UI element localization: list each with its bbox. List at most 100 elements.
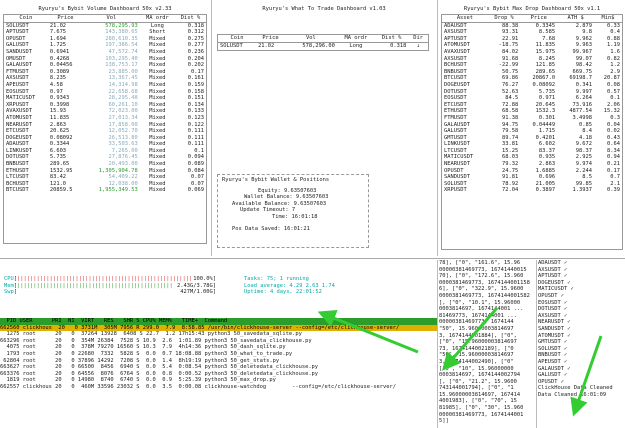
max-drop-cell-price: 0.3897 bbox=[535, 187, 556, 194]
process-row[interactable]: 62804 root 20 0 37896 14292 7208 S 0.0 1… bbox=[0, 358, 437, 365]
process-row[interactable]: 663296 root 20 0 354M 26384 7528 S 10.9 … bbox=[0, 338, 437, 345]
process-row[interactable]: 662557 clickhous 20 0 460M 33596 23032 S… bbox=[0, 384, 437, 391]
max-drop-cell-min: 1.2 bbox=[610, 62, 620, 69]
volume-cell-dist: 0.084 bbox=[187, 167, 204, 174]
volume-row: AVAXUSDT 15.93 72,023.00 Mixed 0.133 bbox=[4, 108, 206, 115]
volume-cell-coin: XRPUSDT bbox=[6, 101, 29, 108]
max-drop-cell-ath: 0.341 bbox=[575, 81, 593, 88]
volume-cell-ma-order: Mixed bbox=[149, 174, 166, 181]
status-line: ClickHouse Data Cleaned bbox=[538, 385, 613, 392]
wallet-balance: Wallet Balance: 9.63507603 bbox=[244, 194, 329, 201]
volume-row: LINKUSDT 6.603 7,265.00 Mixed 0.1 bbox=[4, 148, 206, 155]
meter-bracket: ] bbox=[212, 282, 216, 289]
max-drop-row: GALAUSDT 94.75 0.04449 0.85 0.04 bbox=[442, 122, 622, 129]
volume-cell-vol: 12,052.70 bbox=[108, 128, 138, 135]
volume-cell-price: 0.08092 bbox=[49, 134, 73, 141]
max-drop-cell-price: 83.37 bbox=[538, 147, 556, 154]
max-drop-row: BTCUSDT 69.86 20867.0 69198.7 20.87 bbox=[442, 75, 622, 82]
volume-cell-coin: DOTUSDT bbox=[6, 154, 29, 161]
process-row-selected[interactable]: 662560 clickhous 20 0 3731M 305M 7956 R … bbox=[0, 324, 437, 332]
status-line: SANDUSDT ✓ bbox=[538, 325, 571, 332]
max-drop-cell-ath: 73.916 bbox=[572, 101, 593, 108]
process-row[interactable]: 4075 root 20 0 378M 79270 16560 S 10.3 7… bbox=[0, 344, 437, 351]
max-drop-cell-asset: APTUSDT bbox=[444, 35, 467, 42]
max-drop-row: DOTUSDT 52.63 5.735 9.997 0.57 bbox=[442, 89, 622, 96]
max-drop-cell-ath: 4877.54 bbox=[569, 108, 593, 115]
process-table-header: PID USER PRI NI VIRT RES SHR S CPU% MEM%… bbox=[0, 318, 437, 325]
wallet-box: Ryuryu's Bybit Wallet & Positions Equity… bbox=[217, 174, 369, 248]
volume-cell-dist: 0.204 bbox=[187, 55, 204, 62]
max-drop-cell-asset: NEARUSDT bbox=[444, 161, 470, 168]
volume-cell-dist: 0.159 bbox=[187, 81, 204, 88]
max-drop-cell-drop: 69.86 bbox=[502, 75, 519, 82]
pane-divider bbox=[437, 0, 438, 256]
volume-cell-price: 0.9343 bbox=[49, 95, 70, 102]
volume-cell-dist: 0.202 bbox=[187, 62, 204, 69]
status-line: APEUSDT ✓ bbox=[538, 358, 568, 365]
max-drop-row: BNBUSDT 50.75 289.65 669.75 2.9 bbox=[442, 69, 622, 76]
max-drop-cell-ath: 2.925 bbox=[575, 154, 593, 161]
htop-pane[interactable]: CPU[||||||||||||||||||||||||||||||||||||… bbox=[0, 260, 437, 428]
max-drop-cell-drop: 91.81 bbox=[502, 174, 519, 181]
volume-cell-ma-order: Mixed bbox=[149, 147, 166, 154]
volume-cell-coin: GALUSDT bbox=[6, 42, 29, 49]
max-drop-cell-price: 8.585 bbox=[538, 29, 556, 36]
max-drop-cell-price: 15.975 bbox=[535, 48, 556, 55]
max-drop-cell-asset: XRPUSDT bbox=[444, 187, 467, 194]
max-drop-cell-ath: 9.962 bbox=[575, 35, 593, 42]
status-line: GMTUSDT ✓ bbox=[538, 339, 568, 346]
volume-cell-vol: 27,876.45 bbox=[108, 154, 138, 161]
col-dist: Dist % bbox=[374, 35, 409, 43]
max-drop-cell-asset: SANDUSDT bbox=[444, 174, 470, 181]
volume-row: EOSUSDT 0.97 22,658.68 Mixed 0.158 bbox=[4, 89, 206, 96]
max-drop-cell-ath: 8.4 bbox=[582, 128, 593, 135]
volume-row: LTCUSDT 83.42 54,409.22 Mixed 0.07 bbox=[4, 174, 206, 181]
col-min: Min$ bbox=[594, 15, 622, 23]
process-row[interactable]: 1275 root 20 0 37264 13928 6408 S 22.7 1… bbox=[0, 331, 437, 338]
process-row[interactable]: 663376 root 20 0 64556 8076 6764 S 0.0 0… bbox=[0, 371, 437, 378]
volume-cell-coin: SOLUSDT bbox=[6, 22, 29, 29]
volume-cell-coin: AVAXUSDT bbox=[6, 108, 32, 115]
volume-cell-coin: LINKUSDT bbox=[6, 147, 32, 154]
col-ma-order: MA ordr bbox=[139, 15, 175, 23]
max-drop-table-box: Asset Drop % Price ATH $ Min$ ADAUSDT 88.… bbox=[441, 14, 623, 250]
col-asset: Asset bbox=[442, 15, 488, 23]
meter-label: Swp bbox=[4, 289, 14, 296]
volume-cell-dist: 0.123 bbox=[187, 114, 204, 121]
volume-table-header: Coin Price Vol MA ordr Dist % bbox=[4, 15, 206, 23]
col-vol: Vol bbox=[284, 35, 337, 43]
volume-cell-vol: 13,367.45 bbox=[108, 75, 138, 82]
log-line: "50", 15.96000003814697 bbox=[439, 325, 514, 332]
pane-divider bbox=[536, 260, 537, 428]
volume-cell-price: 289.65 bbox=[49, 161, 70, 168]
volume-row: DOGEUSDT 0.08092 26,513.80 Mixed 0.111 bbox=[4, 135, 206, 142]
volume-cell-dist: 0.1 bbox=[194, 147, 204, 154]
max-drop-cell-asset: MATICUSDT bbox=[444, 154, 474, 161]
max-drop-cell-min: 0.4 bbox=[610, 29, 620, 36]
max-drop-cell-ath: 9.974 bbox=[575, 161, 593, 168]
volume-cell-vol: 60,261.10 bbox=[108, 101, 138, 108]
max-drop-cell-price: 0.4201 bbox=[535, 134, 556, 141]
process-row[interactable]: 663627 root 20 0 66500 8456 6940 S 0.0 5… bbox=[0, 364, 437, 371]
trade-vol: 578,296.00 bbox=[302, 42, 335, 49]
max-drop-cell-price: 0.696 bbox=[538, 174, 556, 181]
volume-cell-price: 0.3998 bbox=[49, 101, 70, 108]
status-line: ATOMUSDT ✓ bbox=[538, 332, 571, 339]
log-line: 4001983], ["0", "70", 15 bbox=[439, 398, 517, 405]
process-row[interactable]: 1793 root 20 0 22680 7332 5828 S 0.0 0.7… bbox=[0, 351, 437, 358]
trade-dashboard-pane: Ryuryu's What To Trade Dashboard v1.03 C… bbox=[213, 0, 435, 256]
max-drop-cell-price: 0.301 bbox=[538, 114, 556, 121]
meter-value: 100.0% bbox=[193, 276, 213, 282]
volume-row: ADAUSDT 0.3344 33,503.63 Mixed 0.111 bbox=[4, 141, 206, 148]
volume-cell-dist: 0.134 bbox=[187, 101, 204, 108]
log-line: 3, 1674144001884], ["0", bbox=[439, 332, 517, 339]
max-drop-row: NEARUSDT 79.32 2.863 9.974 0.21 bbox=[442, 161, 622, 168]
volume-cell-coin: DOGEUSDT bbox=[6, 134, 32, 141]
volume-cell-vol: 54,409.22 bbox=[108, 174, 138, 181]
volume-row: ETCUSDT 20.625 12,052.70 Mixed 0.111 bbox=[4, 128, 206, 135]
volume-cell-vol: 14,314.98 bbox=[108, 81, 138, 88]
volume-row: APTUSDT 7.675 143,380.65 Short 0.312 bbox=[4, 29, 206, 36]
status-line: DOTUSDT ✓ bbox=[538, 306, 568, 313]
process-row[interactable]: 1819 root 20 0 14980 8740 6740 S 0.0 0.9… bbox=[0, 377, 437, 384]
max-drop-cell-asset: ATOMUSDT bbox=[444, 42, 470, 49]
